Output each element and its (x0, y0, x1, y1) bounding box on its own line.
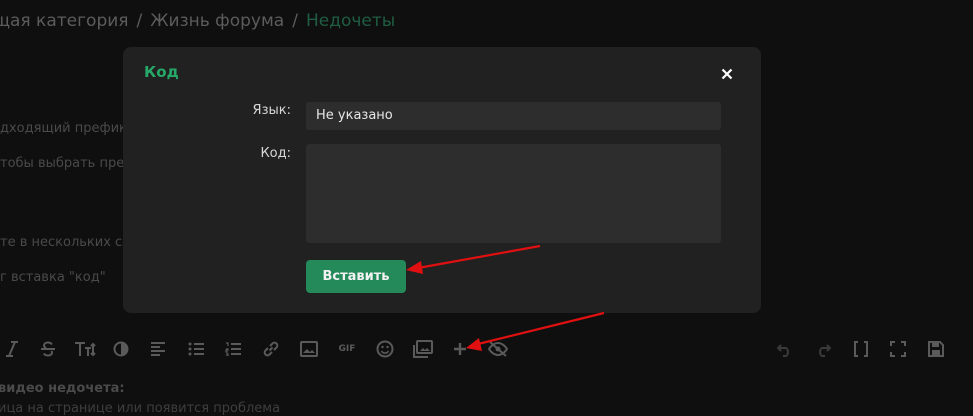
strikethrough-icon[interactable] (36, 333, 60, 365)
breadcrumb-item-category[interactable]: щая категория (0, 11, 129, 31)
media-icon[interactable] (411, 333, 435, 365)
numbered-list-icon[interactable] (221, 333, 245, 365)
bbcode-icon[interactable] (849, 333, 873, 365)
redo-icon[interactable] (811, 333, 835, 365)
breadcrumb-separator: / (292, 11, 298, 31)
align-icon[interactable] (146, 333, 170, 365)
close-icon[interactable] (719, 66, 735, 82)
breadcrumb: щая категория / Жизнь форума / Недочеты (0, 11, 395, 31)
bullet-list-icon[interactable] (184, 333, 208, 365)
save-draft-icon[interactable] (924, 333, 948, 365)
text-size-icon[interactable] (72, 333, 98, 365)
breadcrumb-separator: / (136, 11, 143, 31)
bg-bottom-label: видео недочета: (0, 381, 125, 396)
link-icon[interactable] (259, 333, 283, 365)
hide-icon[interactable] (486, 333, 510, 365)
editor-toolbar: GIF (0, 333, 973, 365)
undo-icon[interactable] (773, 333, 797, 365)
dialog-title: Код (144, 63, 179, 81)
insert-plus-icon[interactable] (448, 333, 472, 365)
breadcrumb-current[interactable]: Недочеты (306, 11, 395, 31)
fullscreen-icon[interactable] (886, 333, 910, 365)
code-dialog: Код Язык: Не указано Код: Вставить (123, 47, 761, 313)
language-select[interactable]: Не указано (306, 102, 721, 130)
italic-icon[interactable] (0, 333, 24, 365)
breadcrumb-item-forum-life[interactable]: Жизнь форума (150, 11, 284, 31)
bg-hint-line: дходящий префикс (0, 121, 135, 136)
color-icon[interactable] (109, 333, 133, 365)
bg-hint-line: г вставка "код" (0, 270, 106, 285)
gif-icon[interactable]: GIF (335, 333, 359, 365)
bg-hint-line: тобы выбрать преф (0, 156, 136, 171)
code-textarea[interactable] (306, 144, 721, 243)
image-icon[interactable] (297, 333, 321, 365)
bg-hint-line: те в нескольких сло (0, 235, 139, 250)
insert-button[interactable]: Вставить (306, 260, 406, 293)
emoji-icon[interactable] (373, 333, 397, 365)
language-label: Язык: (252, 103, 291, 118)
code-label: Код: (260, 146, 291, 161)
